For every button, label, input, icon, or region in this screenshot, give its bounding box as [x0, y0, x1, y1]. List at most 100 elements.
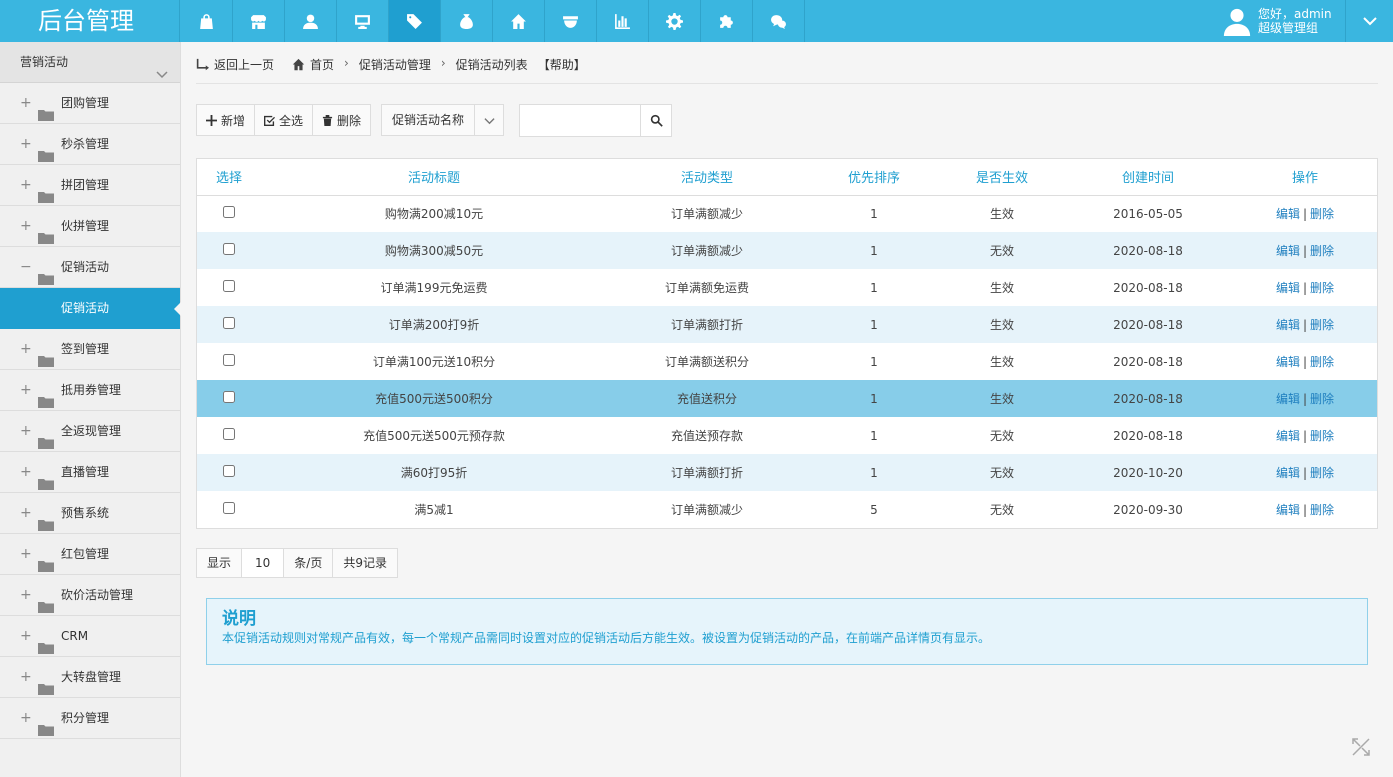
- row-checkbox[interactable]: [223, 502, 235, 514]
- breadcrumb-level1[interactable]: 促销活动管理: [359, 56, 431, 73]
- row-created: 2020-08-18: [1113, 354, 1183, 369]
- row-title: 充值500元送500元预存款: [363, 429, 505, 443]
- table-row[interactable]: 充值500元送500元预存款 充值送预存款 1 无效 2020-08-18 编辑 | 删除: [197, 417, 1377, 454]
- folder-icon: [38, 438, 54, 449]
- row-ops: 编辑 | 删除: [1233, 232, 1377, 269]
- nav-settings[interactable]: [649, 0, 701, 42]
- add-button[interactable]: 新增: [197, 105, 256, 135]
- edit-link[interactable]: 编辑: [1276, 466, 1300, 480]
- fullscreen-toggle[interactable]: [1350, 736, 1372, 758]
- sidebar-item[interactable]: + 红包管理: [0, 534, 180, 575]
- edit-link[interactable]: 编辑: [1276, 244, 1300, 258]
- select-all-button[interactable]: 全选: [255, 105, 314, 135]
- back-link[interactable]: 返回上一页: [196, 56, 274, 73]
- folder-icon: [38, 602, 54, 613]
- sidebar-item[interactable]: + 全返现管理: [0, 411, 180, 452]
- col-title: 活动标题: [261, 159, 607, 196]
- help-link[interactable]: 【帮助】: [538, 56, 586, 73]
- sidebar-item[interactable]: + 秒杀管理: [0, 124, 180, 165]
- sidebar-item[interactable]: + 抵用券管理: [0, 370, 180, 411]
- sidebar-item[interactable]: + 拼团管理: [0, 165, 180, 206]
- expand-icon: +: [20, 710, 32, 726]
- row-checkbox[interactable]: [223, 280, 235, 292]
- row-checkbox[interactable]: [223, 428, 235, 440]
- search-button[interactable]: [641, 105, 671, 136]
- table-row[interactable]: 满5减1 订单满额减少 5 无效 2020-09-30 编辑 | 删除: [197, 491, 1377, 528]
- user-menu-toggle[interactable]: [1345, 0, 1393, 42]
- expand-icon: +: [20, 464, 32, 480]
- delete-link[interactable]: 删除: [1310, 207, 1334, 221]
- sidebar-section-marketing[interactable]: 营销活动: [0, 42, 180, 83]
- nav-home[interactable]: [493, 0, 545, 42]
- edit-link[interactable]: 编辑: [1276, 318, 1300, 332]
- sidebar-item[interactable]: + CRM: [0, 616, 180, 657]
- table-row[interactable]: 订单满199元免运费 订单满额免运费 1 生效 2020-08-18 编辑 | 删除: [197, 269, 1377, 306]
- delete-link[interactable]: 删除: [1310, 429, 1334, 443]
- nav-money[interactable]: [441, 0, 493, 42]
- table-row[interactable]: 满60打95折 订单满额打折 1 无效 2020-10-20 编辑 | 删除: [197, 454, 1377, 491]
- row-checkbox[interactable]: [223, 354, 235, 366]
- sidebar-item[interactable]: + 直播管理: [0, 452, 180, 493]
- trash-icon: [322, 114, 333, 126]
- nav-shopping-bag[interactable]: [181, 0, 233, 42]
- edit-link[interactable]: 编辑: [1276, 429, 1300, 443]
- row-checkbox[interactable]: [223, 243, 235, 255]
- folder-icon: [38, 725, 54, 736]
- sidebar-item[interactable]: + 砍价活动管理: [0, 575, 180, 616]
- op-separator: |: [1302, 207, 1308, 222]
- delete-button[interactable]: 删除: [313, 105, 370, 135]
- edit-link[interactable]: 编辑: [1276, 503, 1300, 517]
- row-checkbox[interactable]: [223, 206, 235, 219]
- sidebar-subitem-active[interactable]: 促销活动: [0, 288, 181, 329]
- sidebar-item[interactable]: + 预售系统: [0, 493, 180, 534]
- sidebar-item[interactable]: + 积分管理: [0, 698, 180, 739]
- sidebar-item[interactable]: + 大转盘管理: [0, 657, 180, 698]
- table-row[interactable]: 购物满300减50元 订单满额减少 1 无效 2020-08-18 编辑 | 删除: [197, 232, 1377, 269]
- nav-monitor[interactable]: [337, 0, 389, 42]
- delete-link[interactable]: 删除: [1310, 466, 1334, 480]
- nav-store[interactable]: [233, 0, 285, 42]
- edit-link[interactable]: 编辑: [1276, 392, 1300, 406]
- table-row[interactable]: 充值500元送500积分 充值送积分 1 生效 2020-08-18 编辑 | 删除: [197, 380, 1377, 417]
- table-row[interactable]: 购物满200减10元 订单满额减少 1 生效 2016-05-05 编辑 | 删除: [197, 195, 1377, 232]
- edit-link[interactable]: 编辑: [1276, 355, 1300, 369]
- filter-field-select[interactable]: 促销活动名称: [381, 104, 505, 136]
- col-active: 是否生效: [941, 159, 1063, 196]
- user-info[interactable]: 您好，admin 超级管理组: [1222, 0, 1332, 42]
- shopping-bag-icon: [200, 13, 213, 29]
- nav-chart[interactable]: [597, 0, 649, 42]
- expand-icon: +: [20, 218, 32, 234]
- delete-link[interactable]: 删除: [1310, 503, 1334, 517]
- col-select: 选择: [197, 159, 261, 196]
- row-title: 订单满200打9折: [261, 306, 607, 343]
- home-link[interactable]: 首页: [292, 56, 334, 73]
- sidebar-item[interactable]: + 签到管理: [0, 329, 180, 370]
- sidebar-item[interactable]: − 促销活动: [0, 247, 180, 288]
- row-checkbox[interactable]: [223, 465, 235, 477]
- row-checkbox[interactable]: [223, 391, 235, 403]
- nav-user[interactable]: [285, 0, 337, 42]
- row-checkbox[interactable]: [223, 317, 235, 329]
- sidebar-item[interactable]: + 伙拼管理: [0, 206, 180, 247]
- delete-link[interactable]: 删除: [1310, 318, 1334, 332]
- table-row[interactable]: 订单满100元送10积分 订单满额送积分 1 生效 2020-08-18 编辑 | 删除: [197, 343, 1377, 380]
- nav-bowl[interactable]: [545, 0, 597, 42]
- nav-wechat[interactable]: [753, 0, 805, 42]
- delete-link[interactable]: 删除: [1310, 244, 1334, 258]
- delete-link[interactable]: 删除: [1310, 392, 1334, 406]
- row-ops: 编辑 | 删除: [1233, 417, 1377, 454]
- nav-plugins[interactable]: [701, 0, 753, 42]
- edit-link[interactable]: 编辑: [1276, 207, 1300, 221]
- page-size-select[interactable]: 10: [242, 549, 285, 577]
- row-ops: 编辑 | 删除: [1233, 491, 1377, 528]
- sidebar-item[interactable]: + 团购管理: [0, 83, 180, 124]
- table-row[interactable]: 订单满200打9折 订单满额打折 1 生效 2020-08-18 编辑 | 删除: [197, 306, 1377, 343]
- edit-link[interactable]: 编辑: [1276, 281, 1300, 295]
- folder-icon: [38, 520, 54, 531]
- row-created: 2020-09-30: [1113, 502, 1183, 517]
- search-input[interactable]: [520, 105, 642, 136]
- delete-link[interactable]: 删除: [1310, 355, 1334, 369]
- expand-icon: +: [20, 669, 32, 685]
- nav-tag[interactable]: [389, 0, 441, 42]
- delete-link[interactable]: 删除: [1310, 281, 1334, 295]
